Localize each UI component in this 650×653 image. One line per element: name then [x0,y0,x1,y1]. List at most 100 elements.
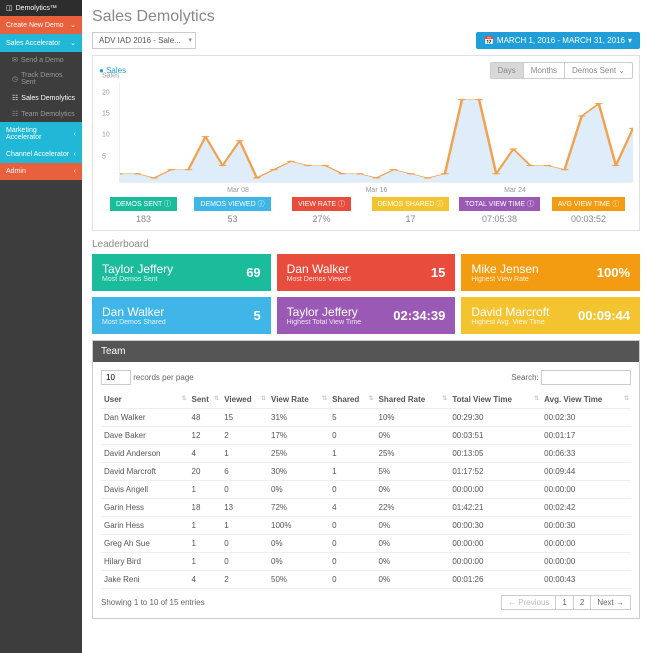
metric: DEMOS VIEWED ⓘ53 [188,197,277,224]
table-cell: 0% [376,535,450,553]
table-cell: 0% [376,481,450,499]
table-cell: 2 [221,427,268,445]
table-cell: 25% [268,445,329,463]
leader-card: Taylor JefferyMost Demos Sent69 [92,254,271,291]
pill-months[interactable]: Months [524,62,565,79]
table-cell: 00:01:17 [541,427,631,445]
col-header[interactable]: Shared Rate⇅ [376,391,450,409]
nav-marketing-accelerator[interactable]: Marketing Accelerator‹ [0,122,82,146]
leader-card: David MarcroftHighest Avg. View Time00:0… [461,297,640,334]
table-cell: 00:09:44 [541,463,631,481]
table-cell: 5 [329,409,375,427]
table-cell: 0 [221,481,268,499]
table-cell: 31% [268,409,329,427]
leader-name: Mike Jensen [471,262,538,276]
perpage-input[interactable] [101,370,131,385]
pager-1[interactable]: 1 [556,595,573,610]
table-row: David Anderson4125%125%00:13:0500:06:33 [101,445,631,463]
col-header[interactable]: View Rate⇅ [268,391,329,409]
table-cell: 6 [221,463,268,481]
team-header: Team [93,341,639,362]
demo-select[interactable]: ADV IAD 2016 - Sale... [92,32,196,49]
table-cell: 0% [268,553,329,571]
metrics-row: DEMOS SENT ⓘ183DEMOS VIEWED ⓘ53VIEW RATE… [99,197,633,224]
leader-sub: Highest Total View Time [287,319,361,326]
table-row: Hilary Bird100%00%00:00:0000:00:00 [101,553,631,571]
table-row: Davis Angell100%00%00:00:0000:00:00 [101,481,631,499]
table-cell: 50% [268,571,329,589]
leader-name: Taylor Jeffery [102,262,173,276]
pill-demos-sent[interactable]: Demos Sent ⌄ [565,62,633,79]
col-header[interactable]: Avg. View Time⇅ [541,391,631,409]
col-header[interactable]: Shared⇅ [329,391,375,409]
showing-text: Showing 1 to 10 of 15 entries [101,598,205,607]
nav-admin[interactable]: Admin‹ [0,163,82,180]
table-cell: Greg Ah Sue [101,535,189,553]
nav-track-demos[interactable]: ◷Track Demos Sent [0,68,82,90]
line-chart: 5 10 15 20 Sales Mar 08 Mar 16 Mar 24 [119,83,633,183]
table-cell: 1 [189,535,222,553]
leader-value: 100% [597,265,630,280]
nav-send-demo[interactable]: ✉Send a Demo [0,52,82,68]
table-row: Greg Ah Sue100%00%00:00:0000:00:00 [101,535,631,553]
mail-icon: ✉ [12,56,18,64]
table-cell: 0% [268,535,329,553]
chevron-left-icon: ‹ [74,131,76,138]
table-cell: Hilary Bird [101,553,189,571]
table-cell: 0% [376,553,450,571]
table-cell: Davis Angell [101,481,189,499]
col-header[interactable]: User⇅ [101,391,189,409]
pill-days[interactable]: Days [490,62,524,79]
nav-team-demolytics[interactable]: ☷Team Demolytics [0,106,82,122]
table-row: Garin Hess11100%00%00:00:3000:00:30 [101,517,631,535]
nav-create-demo[interactable]: Create New Demo⌄ [0,16,82,34]
table-row: Garin Hess181372%422%01:42:2100:02:42 [101,499,631,517]
table-cell: 00:00:00 [449,535,541,553]
metric: TOTAL VIEW TIME ⓘ07:05:38 [455,197,544,224]
table-cell: Garin Hess [101,499,189,517]
table-cell: 00:00:00 [541,535,631,553]
col-header[interactable]: Total View Time⇅ [449,391,541,409]
page-title: Sales Demolytics [92,8,640,26]
table-cell: 18 [189,499,222,517]
table-cell: 4 [189,571,222,589]
table-cell: Dave Baker [101,427,189,445]
table-cell: Jake Reni [101,571,189,589]
leader-sub: Most Demos Shared [102,319,166,326]
nav-sales-accelerator[interactable]: Sales Accelerator⌄ [0,34,82,52]
leader-name: Dan Walker [287,262,351,276]
metric-label: VIEW RATE ⓘ [292,197,351,211]
pager-next[interactable]: Next → [591,595,631,610]
date-range-button[interactable]: 📅MARCH 1, 2016 - MARCH 31, 2016▾ [476,32,640,49]
nav-channel-accelerator[interactable]: Channel Accelerator‹ [0,146,82,163]
table-cell: 4 [189,445,222,463]
table-cell: 0 [329,535,375,553]
chevron-down-icon: ▾ [628,36,632,45]
table-cell: 1 [189,481,222,499]
table-cell: 00:29:30 [449,409,541,427]
leader-value: 15 [431,265,445,280]
nav-sales-demolytics[interactable]: ☷Sales Demolytics [0,90,82,106]
cube-icon: ◫ [6,4,13,12]
col-header[interactable]: Sent⇅ [189,391,222,409]
table-cell: 1 [221,445,268,463]
perpage-control: records per page [101,370,194,385]
chevron-left-icon: ‹ [74,168,76,175]
table-cell: 01:42:21 [449,499,541,517]
chart-icon: ☷ [12,110,18,118]
pager: ← Previous 1 2 Next → [501,595,631,610]
pager-2[interactable]: 2 [574,595,591,610]
table-cell: 0 [329,517,375,535]
brand: ◫Demolytics™ [0,0,82,16]
table-cell: 5% [376,463,450,481]
pager-prev[interactable]: ← Previous [501,595,556,610]
sort-icon: ⇅ [624,395,629,402]
table-cell: Garin Hess [101,517,189,535]
table-cell: 0% [376,427,450,445]
search-input[interactable] [541,370,631,385]
table-cell: 20 [189,463,222,481]
metric-value: 53 [188,214,277,224]
col-header[interactable]: Viewed⇅ [221,391,268,409]
leader-card: Dan WalkerMost Demos Shared5 [92,297,271,334]
table-cell: 15 [221,409,268,427]
